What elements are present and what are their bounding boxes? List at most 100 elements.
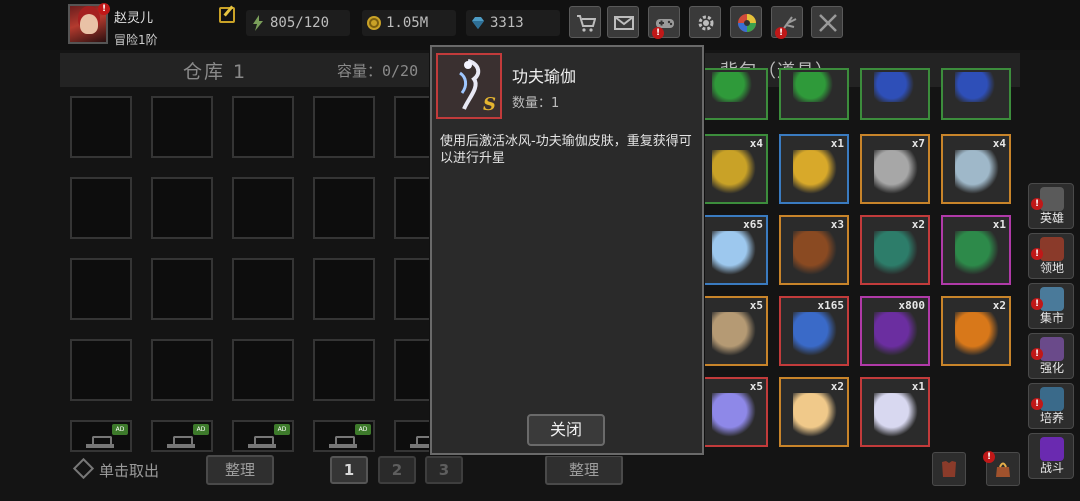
side-nav-potion[interactable]: 培养! [1028,383,1074,429]
blue-gem-icon [874,72,918,102]
backpack-item[interactable]: x7 [860,134,930,204]
side-nav-anvil[interactable]: 强化! [1028,333,1074,379]
side-nav-label: 集市 [1039,311,1064,325]
warehouse-slot[interactable] [151,177,213,239]
brown-boots-icon [793,231,837,275]
market-stall-icon [1040,287,1064,311]
backpack-item[interactable] [941,68,1011,120]
backpack-item[interactable]: x2 [941,296,1011,366]
side-nav-portal[interactable]: 战斗 [1028,433,1074,479]
item-count: x5 [749,380,763,393]
backpack-item[interactable]: x65 [698,215,768,285]
gem-counter: 3313 [466,10,560,36]
page-button-2[interactable]: 2 [378,456,416,484]
bag-icon [996,462,1010,477]
locked-slot[interactable]: AD [70,420,132,452]
warehouse-slot[interactable] [313,177,375,239]
item-count: x2 [992,299,1006,312]
mail-button[interactable] [607,6,639,38]
warehouse-slot[interactable] [313,258,375,320]
warehouse-slot[interactable] [313,339,375,401]
warehouse-slot[interactable] [232,339,294,401]
warehouse-slot[interactable] [151,96,213,158]
backpack-item[interactable]: x4 [698,134,768,204]
page-button-3[interactable]: 3 [425,456,463,484]
item-count: x2 [830,380,844,393]
backpack-item[interactable] [860,68,930,120]
locked-slot[interactable]: AD [232,420,294,452]
green-gem-icon [712,72,756,102]
item-count: x165 [817,299,845,312]
gem-value: 3313 [490,15,524,31]
shop-cart-icon [577,15,596,32]
backpack-item[interactable]: x1 [941,215,1011,285]
item-count: x3 [830,218,844,231]
edit-icon[interactable] [219,7,235,23]
settings-button[interactable] [689,6,721,38]
take-out-hint[interactable]: 单击取出 [76,460,159,481]
backpack-item[interactable] [779,68,849,120]
warehouse-slot[interactable] [70,258,132,320]
item-icon: S [436,53,502,119]
stamina-counter: 805/120 [246,10,350,36]
item-count: x1 [992,218,1006,231]
warehouse-slot[interactable] [151,339,213,401]
backpack-item[interactable]: x3 [779,215,849,285]
alert-badge-icon: ! [98,3,110,15]
player-rank: 冒险1阶 [114,33,158,47]
side-nav-label: 培养 [1039,411,1064,425]
backpack-sort-button[interactable]: 整理 [545,455,623,485]
shop-button[interactable] [569,6,601,38]
gear-icon [698,15,714,31]
warehouse-slot[interactable] [232,96,294,158]
mail-icon [614,16,634,30]
purple-orb-icon [874,312,918,356]
backpack-item[interactable]: x1 [779,134,849,204]
warehouse-slot[interactable] [232,258,294,320]
portal-icon [1040,437,1064,461]
warehouse-slot[interactable] [313,96,375,158]
warehouse-sort-button[interactable]: 整理 [206,455,274,485]
side-nav-label: 英雄 [1039,211,1064,225]
backpack-item[interactable]: x1 [860,377,930,447]
events-button[interactable]: ! [771,6,803,39]
star-shard-icon [712,393,756,437]
page-button-1[interactable]: 1 [330,456,368,484]
warehouse-slot[interactable] [70,96,132,158]
item-count: x1 [911,380,925,393]
green-boots-icon [874,231,918,275]
backpack-item[interactable]: x5 [698,377,768,447]
backpack-item[interactable]: x800 [860,296,930,366]
locked-slot[interactable]: AD [151,420,213,452]
alert-badge-icon: ! [775,27,787,39]
backpack-item[interactable] [698,68,768,120]
ice-crystal-icon [712,231,756,275]
warehouse-slot[interactable] [70,339,132,401]
backpack-item[interactable]: x4 [941,134,1011,204]
gold-value: 1.05M [386,15,429,31]
warehouse-slot[interactable] [232,177,294,239]
warehouse-slot[interactable] [70,177,132,239]
alert-badge-icon: ! [1031,198,1043,210]
gacha-button[interactable] [730,6,762,38]
gold-coin-icon [367,16,381,30]
backpack-item[interactable]: x2 [779,377,849,447]
warehouse-slot[interactable] [151,258,213,320]
games-button[interactable]: ! [648,6,680,39]
warehouse-capacity: 容量：0/20 [337,62,419,80]
side-nav-castle[interactable]: 领地! [1028,233,1074,279]
backpack-item[interactable]: x5 [698,296,768,366]
side-nav-knight-helmet[interactable]: 英雄! [1028,183,1074,229]
battle-menu-button[interactable] [811,6,843,38]
side-nav-label: 领地 [1039,261,1064,275]
locked-slot[interactable]: AD [313,420,375,452]
side-nav-market-stall[interactable]: 集市! [1028,283,1074,329]
bag-button[interactable]: ! [983,451,1020,486]
close-button[interactable]: 关闭 [527,414,605,446]
alert-badge-icon: ! [1031,398,1043,410]
backpack-item[interactable]: x2 [860,215,930,285]
backpack-item[interactable]: x165 [779,296,849,366]
item-name: 功夫瑜伽 [512,67,577,86]
armor-button[interactable] [932,452,966,486]
ad-unlock-icon: AD [274,424,290,435]
